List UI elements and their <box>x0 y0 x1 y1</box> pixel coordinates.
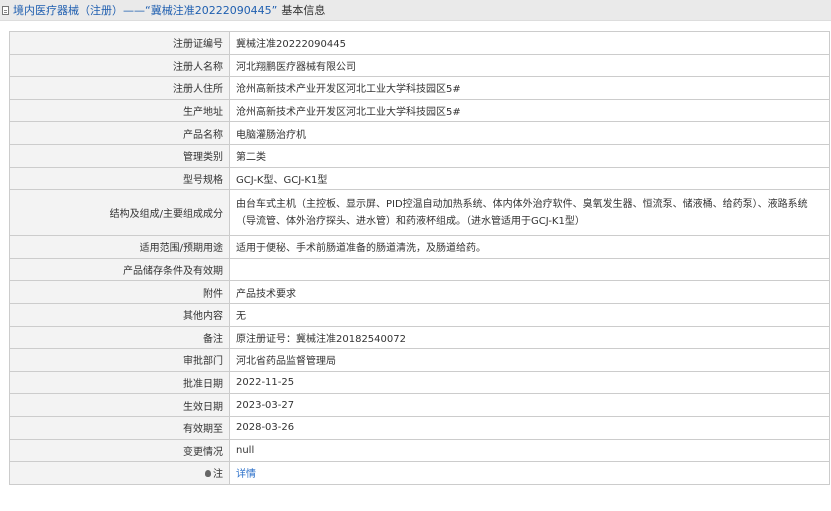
row-label: 型号规格 <box>9 166 230 191</box>
note-label-text: 注 <box>213 469 223 481</box>
table-row: 产品名称 电脑灌肠治疗机 <box>9 121 830 145</box>
table-row: 注 详情 <box>9 461 830 485</box>
row-value: 无 <box>229 302 830 327</box>
row-label: 管理类别 <box>9 143 230 168</box>
row-label: 产品储存条件及有效期 <box>9 257 230 282</box>
header-title: 境内医疗器械（注册）——“冀械注准20222090445” <box>13 4 278 17</box>
table-row: 有效期至 2028-03-26 <box>9 415 830 440</box>
row-label: 批准日期 <box>9 370 230 395</box>
note-label: 注 <box>9 461 230 485</box>
row-label: 注册证编号 <box>9 31 230 55</box>
table-row: 批准日期 2022-11-25 <box>9 370 830 395</box>
row-value: 2022-11-25 <box>229 370 830 395</box>
table-row: 其他内容 无 <box>9 302 830 327</box>
table-row: 备注 原注册证号：冀械注准20182540072 <box>9 325 830 350</box>
table-row: 型号规格 GCJ-K型、GCJ-K1型 <box>9 166 830 191</box>
page-header: 境内医疗器械（注册）——“冀械注准20222090445” 基本信息 <box>0 0 831 21</box>
row-value: 河北省药品监督管理局 <box>229 348 830 372</box>
row-label: 适用范围/预期用途 <box>9 235 230 259</box>
row-label: 注册人名称 <box>9 53 230 78</box>
row-value: 产品技术要求 <box>229 280 830 304</box>
document-icon <box>2 5 9 15</box>
row-value: 适用于便秘、手术前肠道准备的肠道清洗，及肠道给药。 <box>229 235 830 259</box>
table-row: 生效日期 2023-03-27 <box>9 393 830 417</box>
row-value: null <box>229 438 830 463</box>
table-row: 管理类别 第二类 <box>9 143 830 168</box>
table-row: 变更情况 null <box>9 438 830 463</box>
table-row: 审批部门 河北省药品监督管理局 <box>9 348 830 372</box>
detail-table: 注册证编号 冀械注准20222090445 注册人名称 河北翔鹏医疗器械有限公司… <box>9 31 830 485</box>
row-label: 生效日期 <box>9 393 230 417</box>
row-value: 原注册证号：冀械注准20182540072 <box>229 325 830 350</box>
row-value: GCJ-K型、GCJ-K1型 <box>229 166 830 191</box>
row-label: 审批部门 <box>9 348 230 372</box>
row-label: 结构及组成/主要组成成分 <box>9 189 230 237</box>
row-label: 有效期至 <box>9 415 230 440</box>
row-value: 河北翔鹏医疗器械有限公司 <box>229 53 830 78</box>
table-row: 注册人住所 沧州高新技术产业开发区河北工业大学科技园区5# <box>9 76 830 100</box>
table-row: 注册人名称 河北翔鹏医疗器械有限公司 <box>9 53 830 78</box>
row-label: 产品名称 <box>9 121 230 145</box>
row-value: 2023-03-27 <box>229 393 830 417</box>
row-value <box>229 257 830 282</box>
row-value: 冀械注准20222090445 <box>229 31 830 55</box>
table-row: 注册证编号 冀械注准20222090445 <box>9 31 830 55</box>
table-row: 结构及组成/主要组成成分 由台车式主机（主控板、显示屏、PID控温自动加热系统、… <box>9 189 830 237</box>
lightbulb-icon <box>205 469 211 477</box>
row-value: 2028-03-26 <box>229 415 830 440</box>
details-link[interactable]: 详情 <box>236 469 256 480</box>
row-value: 详情 <box>229 461 830 485</box>
table-row: 适用范围/预期用途 适用于便秘、手术前肠道准备的肠道清洗，及肠道给药。 <box>9 235 830 259</box>
table-row: 生产地址 沧州高新技术产业开发区河北工业大学科技园区5# <box>9 98 830 123</box>
row-value: 沧州高新技术产业开发区河北工业大学科技园区5# <box>229 98 830 123</box>
row-label: 注册人住所 <box>9 76 230 100</box>
row-value: 电脑灌肠治疗机 <box>229 121 830 145</box>
row-value: 第二类 <box>229 143 830 168</box>
row-value: 沧州高新技术产业开发区河北工业大学科技园区5# <box>229 76 830 100</box>
row-value: 由台车式主机（主控板、显示屏、PID控温自动加热系统、体内体外治疗软件、臭氧发生… <box>229 189 830 237</box>
row-label: 变更情况 <box>9 438 230 463</box>
table-row: 附件 产品技术要求 <box>9 280 830 304</box>
row-label: 生产地址 <box>9 98 230 123</box>
row-label: 其他内容 <box>9 302 230 327</box>
table-row: 产品储存条件及有效期 <box>9 257 830 282</box>
row-label: 附件 <box>9 280 230 304</box>
row-label: 备注 <box>9 325 230 350</box>
header-suffix: 基本信息 <box>281 4 326 17</box>
